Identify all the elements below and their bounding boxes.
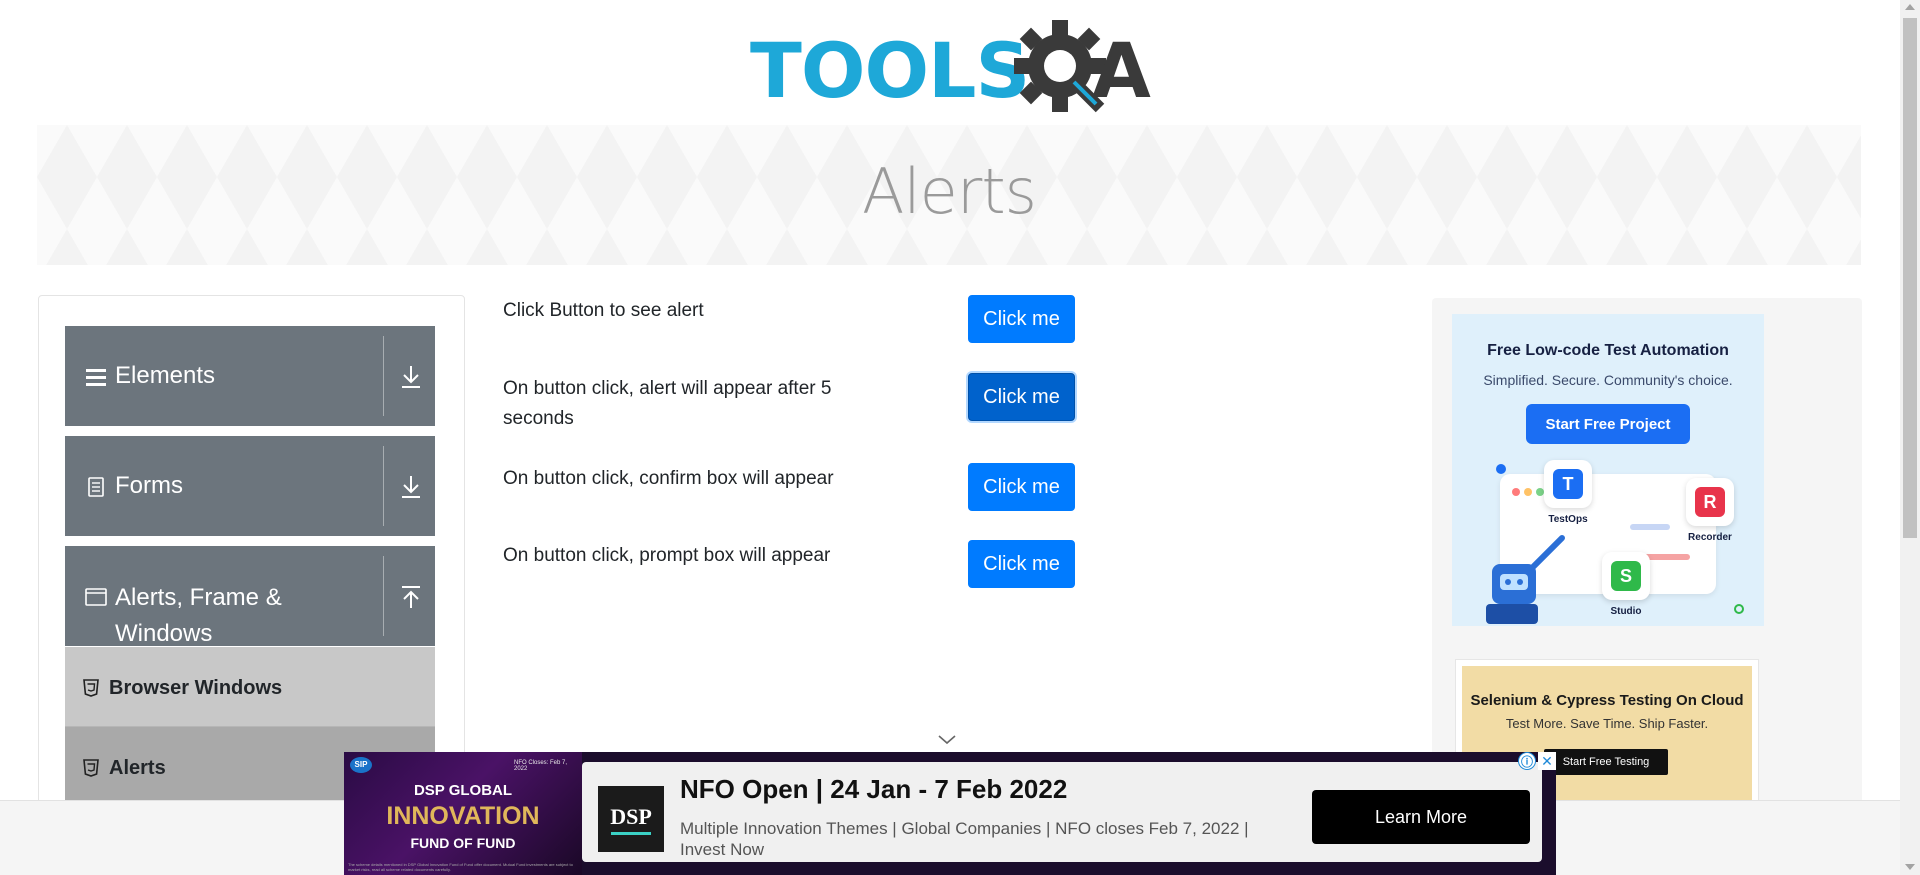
ad-close-icon[interactable]: ✕ bbox=[1538, 752, 1556, 770]
recorder-caption: Recorder bbox=[1688, 532, 1732, 543]
sidebar-item-browser-windows[interactable]: Browser Windows bbox=[65, 647, 435, 727]
logo-underline bbox=[611, 831, 651, 835]
sidebar-item-label: Browser Windows bbox=[109, 677, 283, 699]
ad-title: Free Low-code Test Automation bbox=[1487, 342, 1729, 359]
ad-subtitle: Test More. Save Time. Ship Faster. bbox=[1505, 716, 1709, 731]
scrollbar-thumb[interactable] bbox=[1903, 18, 1917, 538]
ad-info-icon[interactable]: ⓘ bbox=[1518, 752, 1536, 770]
start-free-project-button[interactable]: Start Free Project bbox=[1526, 404, 1690, 444]
ad-panel: DSP NFO Open | 24 Jan - 7 Feb 2022 Multi… bbox=[582, 762, 1542, 862]
dsp-logo: DSP bbox=[598, 786, 664, 852]
testops-letter: T bbox=[1553, 469, 1583, 499]
nfo-date-badge: NFO Closes: Feb 7, 2022 bbox=[514, 760, 568, 772]
page-banner: Alerts bbox=[37, 125, 1861, 265]
dot-icon bbox=[1536, 488, 1544, 496]
sidebar-group-elements[interactable]: Elements bbox=[65, 326, 435, 426]
alert-button[interactable]: Click me bbox=[968, 295, 1075, 343]
confirm-button[interactable]: Click me bbox=[968, 463, 1075, 511]
document-icon bbox=[88, 477, 104, 497]
download-arrow-icon bbox=[402, 476, 420, 498]
ad-headline: NFO Open | 24 Jan - 7 Feb 2022 bbox=[680, 774, 1068, 804]
robot-icon bbox=[1486, 535, 1565, 624]
katalon-ad[interactable]: Free Low-code Test Automation Simplified… bbox=[1452, 314, 1764, 626]
hamburger-icon bbox=[86, 369, 106, 386]
window-icon bbox=[85, 588, 107, 606]
studio-letter: S bbox=[1611, 561, 1641, 591]
divider bbox=[383, 446, 384, 526]
learn-more-button[interactable]: Learn More bbox=[1312, 790, 1530, 844]
sidebar-group-alerts-frame-windows[interactable]: Alerts, Frame & Windows bbox=[65, 546, 435, 647]
bottom-banner-ad[interactable]: SIP NFO Closes: Feb 7, 2022 DSP GLOBAL I… bbox=[344, 752, 1556, 875]
testops-tile: T bbox=[1544, 460, 1592, 508]
toolsqa-logo[interactable]: TOOLS A bbox=[750, 18, 1156, 115]
timer-alert-row-label: On button click, alert will appear after… bbox=[503, 378, 832, 429]
studio-tile: S bbox=[1602, 552, 1650, 600]
sidebar-group-label: Forms bbox=[115, 472, 183, 499]
prompt-button[interactable]: Click me bbox=[968, 540, 1075, 588]
recorder-tile: R bbox=[1686, 478, 1734, 526]
studio-caption: Studio bbox=[1610, 606, 1642, 617]
ad-title: Selenium & Cypress Testing On Cloud bbox=[1470, 692, 1744, 709]
vertical-scrollbar[interactable] bbox=[1900, 0, 1920, 875]
alert-row-label: Click Button to see alert bbox=[503, 300, 704, 321]
divider bbox=[383, 556, 384, 636]
page-title: Alerts bbox=[862, 155, 1037, 228]
chevron-down-icon[interactable] bbox=[937, 734, 957, 746]
html5-icon bbox=[83, 759, 99, 777]
ad-description: Multiple Innovation Themes | Global Comp… bbox=[680, 819, 1249, 859]
scroll-up-arrow-icon[interactable] bbox=[1905, 4, 1915, 10]
logo-text-tools: TOOLS bbox=[750, 26, 1030, 115]
sidebar-group-label: Elements bbox=[115, 362, 216, 389]
ring-icon bbox=[1734, 604, 1744, 614]
dot-icon bbox=[1512, 488, 1520, 496]
sidebar-item-label: Alerts bbox=[109, 757, 166, 779]
scroll-down-arrow-icon[interactable] bbox=[1905, 864, 1915, 870]
confirm-row-label: On button click, confirm box will appear bbox=[503, 468, 834, 489]
start-free-testing-button[interactable]: Start Free Testing bbox=[1544, 749, 1668, 775]
ad-creative-line2: INNOVATION bbox=[386, 802, 540, 830]
prompt-row-label: On button click, prompt box will appear bbox=[503, 545, 831, 566]
recorder-letter: R bbox=[1695, 487, 1725, 517]
bar-decoration bbox=[1630, 524, 1670, 530]
sidebar-group-forms[interactable]: Forms bbox=[65, 436, 435, 536]
html5-icon bbox=[83, 679, 99, 697]
ad-creative-line1: DSP GLOBAL bbox=[413, 782, 513, 799]
page: TOOLS A Alerts Elements Forms Alerts, Fr… bbox=[0, 0, 1920, 875]
dsp-logo-text: DSP bbox=[610, 803, 652, 829]
ad-creative: SIP NFO Closes: Feb 7, 2022 DSP GLOBAL I… bbox=[344, 752, 582, 875]
divider bbox=[383, 336, 384, 416]
logo-text-a: A bbox=[1092, 26, 1151, 115]
download-arrow-icon bbox=[402, 366, 420, 388]
timer-alert-button[interactable]: Click me bbox=[968, 373, 1075, 421]
dot-icon bbox=[1496, 464, 1506, 474]
sip-badge: SIP bbox=[350, 757, 372, 773]
sidebar-group-label: Alerts, Frame & Windows bbox=[115, 584, 282, 647]
ad-fine-print: The scheme details mentioned in DSP Glob… bbox=[348, 862, 573, 872]
ad-subtitle: Simplified. Secure. Community's choice. bbox=[1483, 372, 1733, 388]
dot-icon bbox=[1524, 488, 1532, 496]
ad-creative-line3: FUND OF FUND bbox=[410, 835, 516, 851]
upload-arrow-icon bbox=[402, 586, 420, 608]
